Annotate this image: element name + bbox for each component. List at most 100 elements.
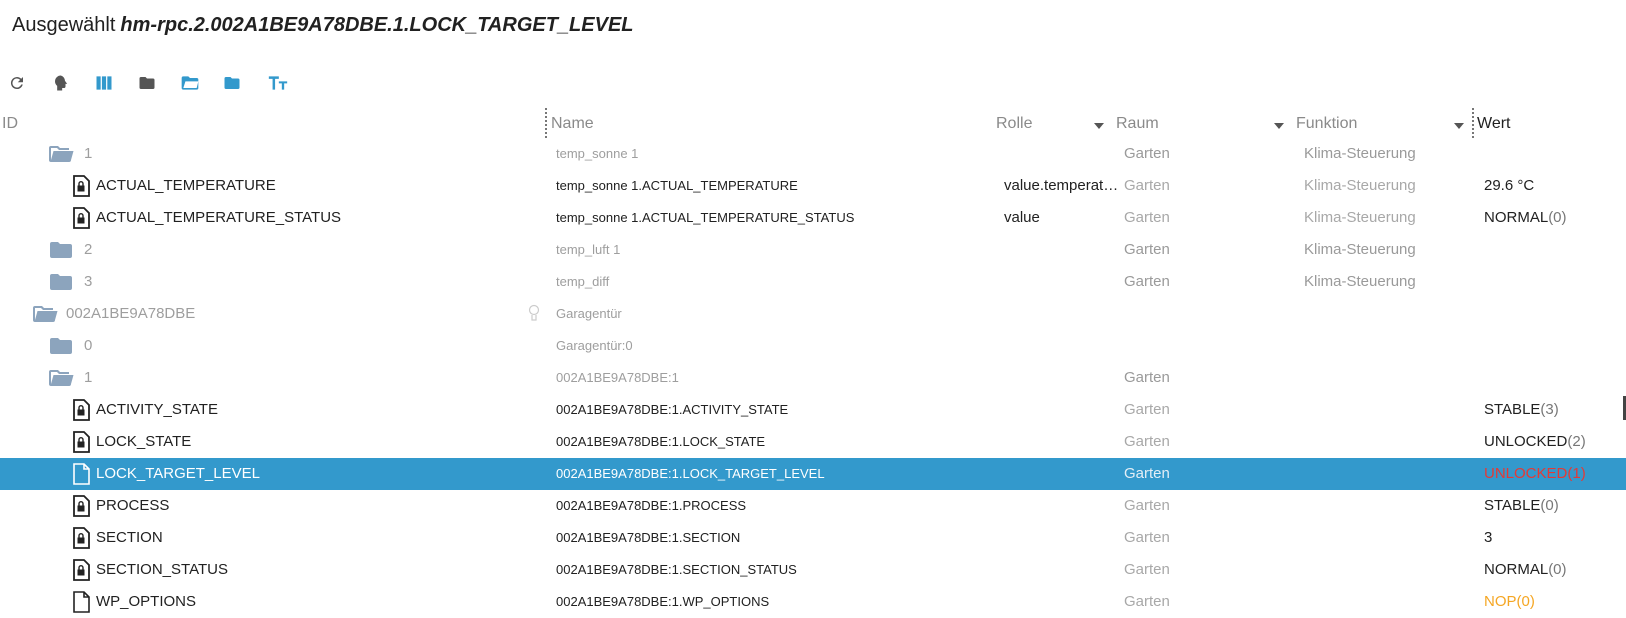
expand-all-button[interactable] (175, 68, 205, 98)
row-id: SECTION (96, 529, 163, 546)
state-readonly-icon (68, 522, 94, 554)
row-id: SECTION_STATUS (96, 561, 228, 578)
column-id[interactable]: ID (2, 115, 18, 133)
columns-button[interactable] (89, 68, 119, 98)
folder-open-icon[interactable] (48, 362, 74, 394)
role-filter-dropdown[interactable] (1094, 123, 1104, 129)
row-function (1304, 586, 1464, 618)
column-room[interactable]: Raum (1116, 115, 1159, 133)
folder-icon[interactable] (48, 266, 74, 298)
column-function[interactable]: Funktion (1296, 115, 1357, 133)
row-function (1304, 458, 1464, 490)
tree-row[interactable]: PROCESS 002A1BE9A78DBE:1.PROCESS Garten STA… (0, 490, 1626, 522)
row-room: Garten (1124, 209, 1170, 226)
row-id: 0 (84, 337, 93, 354)
text-size-icon (268, 76, 288, 90)
row-room: Garten (1124, 177, 1170, 194)
row-function (1304, 554, 1464, 586)
row-value[interactable] (1484, 234, 1624, 266)
row-role (1004, 298, 1124, 330)
value-text: NORMAL (1484, 209, 1549, 226)
row-room: Garten (1124, 593, 1170, 610)
row-function: Klima-Steuerung (1304, 273, 1416, 290)
row-name: 002A1BE9A78DBE:1.PROCESS (556, 498, 747, 513)
tree-row[interactable]: ACTUAL_TEMPERATURE temp_sonne 1.ACTUAL_TE… (0, 170, 1626, 202)
row-id: ACTUAL_TEMPERATURE (96, 177, 276, 194)
row-function (1304, 298, 1464, 330)
column-resize-handle-id[interactable] (545, 108, 547, 138)
room-filter-dropdown[interactable] (1274, 123, 1284, 129)
tree-row[interactable]: LOCK_TARGET_LEVEL 002A1BE9A78DBE:1.LOCK_T… (0, 458, 1626, 490)
row-value[interactable] (1484, 330, 1624, 362)
folder-icon (224, 77, 240, 89)
value-code: (2) (1567, 433, 1586, 450)
row-role: value.temperature (1004, 177, 1124, 194)
row-role (1004, 586, 1124, 618)
tree-row[interactable]: 0 Garagentür:0 (0, 330, 1626, 362)
column-role[interactable]: Rolle (996, 115, 1032, 133)
state-readonly-icon (68, 426, 94, 458)
row-value[interactable] (1484, 362, 1624, 394)
row-value[interactable]: 3 (1484, 522, 1624, 554)
row-name: Garagentür (556, 306, 622, 321)
row-room: Garten (1124, 401, 1170, 418)
row-id: 3 (84, 273, 93, 290)
state-readonly-icon (68, 490, 94, 522)
tree-row[interactable]: ACTIVITY_STATE 002A1BE9A78DBE:1.ACTIVITY_… (0, 394, 1626, 426)
tree-row[interactable]: ACTUAL_TEMPERATURE_STATUS temp_sonne 1.AC… (0, 202, 1626, 234)
row-value[interactable]: UNLOCKED(2) (1484, 426, 1624, 458)
tree-row[interactable]: SECTION 002A1BE9A78DBE:1.SECTION Garten 3 (0, 522, 1626, 554)
row-value[interactable]: UNLOCKED(1) (1484, 458, 1624, 490)
tree-row[interactable]: 002A1BE9A78DBE Garagentür (0, 298, 1626, 330)
row-name: temp_sonne 1 (556, 146, 639, 161)
folder-icon[interactable] (48, 330, 74, 362)
row-value[interactable]: STABLE(0) (1484, 490, 1624, 522)
column-name[interactable]: Name (551, 115, 594, 133)
expand-folders-icon (181, 76, 199, 90)
refresh-icon (10, 77, 23, 90)
function-filter-dropdown[interactable] (1454, 123, 1464, 129)
row-room: Garten (1124, 465, 1170, 482)
row-id: 2 (84, 241, 93, 258)
tree-row[interactable]: 3 temp_diff Garten Klima-Steuerung (0, 266, 1626, 298)
tree-row[interactable]: 2 temp_luft 1 Garten Klima-Steuerung (0, 234, 1626, 266)
row-value[interactable] (1484, 138, 1624, 170)
row-name: 002A1BE9A78DBE:1.LOCK_STATE (556, 434, 766, 449)
row-value[interactable]: NORMAL(0) (1484, 202, 1624, 234)
folder-open-icon[interactable] (32, 298, 58, 330)
row-room: Garten (1124, 497, 1170, 514)
row-role (1004, 554, 1124, 586)
row-value[interactable]: NORMAL(0) (1484, 554, 1624, 586)
row-room: Garten (1124, 561, 1170, 578)
row-name: 002A1BE9A78DBE:1 (556, 370, 679, 385)
state-readonly-icon (68, 170, 94, 202)
value-code: (1) (1567, 465, 1586, 482)
tree-row[interactable]: 1 002A1BE9A78DBE:1 Garten (0, 362, 1626, 394)
row-value[interactable] (1484, 298, 1624, 330)
row-value[interactable]: 29.6 °C (1484, 170, 1624, 202)
row-value[interactable]: STABLE(3) (1484, 394, 1624, 426)
row-role (1004, 522, 1124, 554)
column-resize-handle-value[interactable] (1472, 108, 1474, 138)
refresh-button[interactable] (2, 68, 32, 98)
value-code: (0) (1516, 593, 1535, 610)
row-function (1304, 522, 1464, 554)
collapse-all-button[interactable] (132, 68, 162, 98)
row-function (1304, 362, 1464, 394)
tree-row[interactable]: SECTION_STATUS 002A1BE9A78DBE:1.SECTION_S… (0, 554, 1626, 586)
expert-mode-button[interactable] (45, 68, 75, 98)
tree-row[interactable]: LOCK_STATE 002A1BE9A78DBE:1.LOCK_STATE Gar… (0, 426, 1626, 458)
expand-one-level-button[interactable] (217, 68, 247, 98)
text-size-button[interactable] (263, 68, 293, 98)
tree-row[interactable]: WP_OPTIONS 002A1BE9A78DBE:1.WP_OPTIONS Gar… (0, 586, 1626, 618)
row-value[interactable] (1484, 266, 1624, 298)
folder-icon[interactable] (48, 234, 74, 266)
tree-row[interactable]: 1 temp_sonne 1 Garten Klima-Steuerung (0, 138, 1626, 170)
state-icon (68, 586, 94, 618)
row-value[interactable]: NOP(0) (1484, 586, 1624, 618)
row-id: PROCESS (96, 497, 170, 514)
folder-open-icon[interactable] (48, 138, 74, 170)
row-function: Klima-Steuerung (1304, 241, 1416, 258)
column-value[interactable]: Wert (1477, 115, 1510, 133)
row-function: Klima-Steuerung (1304, 177, 1416, 194)
